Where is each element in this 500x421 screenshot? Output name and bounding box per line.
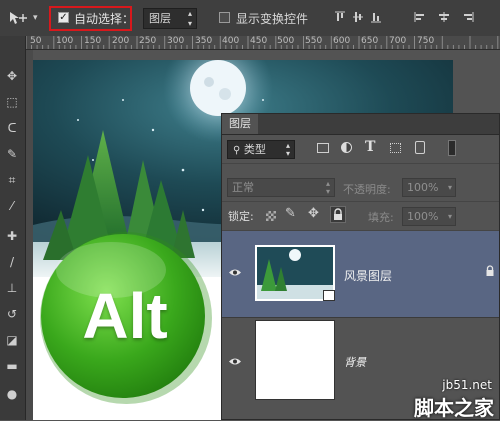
ruler-tick: 500 (277, 36, 295, 46)
move-tool-icon[interactable] (8, 10, 28, 26)
updown-chevron-icon: ▴ ▾ (285, 141, 290, 158)
opacity-label: 不透明度: (343, 183, 391, 196)
blend-mode-dropdown[interactable]: 正常 ▴ ▾ (227, 178, 335, 197)
align-vertical-center-icon[interactable] (352, 11, 364, 26)
ruler-tick: 400 (222, 36, 240, 46)
ruler-tick: 200 (112, 36, 130, 46)
fill-label: 填充: (368, 211, 394, 224)
ruler-tick: 450 (250, 36, 268, 46)
lock-label: 锁定: (228, 210, 254, 223)
opacity-value: 100% (407, 181, 439, 194)
lock-all-icon[interactable] (330, 206, 346, 223)
watermark-site: jb51.net (442, 378, 492, 392)
align-horizontal-center-icon[interactable] (438, 11, 450, 26)
smart-object-badge-icon (323, 290, 335, 301)
visibility-eye-icon[interactable] (228, 267, 242, 280)
move-tool-icon[interactable]: ✥ (2, 68, 22, 84)
auto-select-checkbox[interactable]: ✓ (58, 12, 69, 23)
marquee-tool-icon[interactable]: ⬚ (2, 94, 22, 110)
layer-thumbnail (255, 320, 335, 400)
watermark-name: 脚本之家 (414, 396, 494, 420)
updown-chevron-icon: ▴ ▾ (187, 9, 192, 28)
healing-brush-icon[interactable]: ✚ (2, 228, 22, 244)
auto-select-target-dropdown[interactable]: 图层 ▴ ▾ (143, 8, 197, 29)
ruler-tick: 100 (56, 36, 74, 46)
filter-type-label: 类型 (243, 143, 266, 156)
chevron-down-icon: ▾ (447, 183, 452, 192)
blend-row: 正常 ▴ ▾ 不透明度: 100% ▾ (222, 173, 499, 202)
left-ruler (26, 50, 33, 420)
show-transform-checkbox[interactable] (219, 12, 230, 23)
layer-filter-row: ⚲ 类型 ▴ ▾ T (222, 135, 499, 164)
auto-select-label: 自动选择： (74, 12, 135, 26)
ruler-tick: 600 (333, 36, 351, 46)
search-icon: ⚲ (233, 145, 241, 156)
clone-stamp-icon[interactable]: ⊥ (2, 280, 22, 296)
ruler-tick: 750 (417, 36, 435, 46)
ruler-tick: 250 (139, 36, 157, 46)
layer-lock-icon (485, 265, 495, 280)
lasso-tool-icon[interactable]: ᑕ (2, 120, 22, 136)
auto-select-target-value: 图层 (149, 12, 171, 25)
ruler-tick: 550 (305, 36, 323, 46)
ruler-tick: 350 (195, 36, 213, 46)
options-bar: ▾ ✓ 自动选择： 图层 ▴ ▾ 显示变换控件 (0, 0, 500, 37)
shape-filter-icon[interactable] (390, 143, 401, 153)
eyedropper-tool-icon[interactable]: ⁄ (2, 198, 22, 214)
align-top-icon[interactable] (334, 11, 346, 26)
brush-tool-icon[interactable]: / (2, 254, 22, 270)
fill-value: 100% (407, 210, 439, 223)
chevron-down-icon: ▾ (447, 212, 452, 221)
align-bottom-icon[interactable] (370, 11, 382, 26)
panel-tab-bar: 图层 (222, 114, 499, 135)
alt-key-label: Alt (82, 280, 168, 352)
quick-select-tool-icon[interactable]: ✎ (2, 146, 22, 162)
eraser-tool-icon[interactable]: ◪ (2, 332, 22, 348)
lock-row: 锁定: ✎ ✥ 填充: 100% ▾ (222, 202, 499, 231)
adjustment-filter-icon[interactable] (341, 142, 352, 153)
blur-tool-icon[interactable]: ● (2, 386, 22, 402)
layers-panel: 图层 ⚲ 类型 ▴ ▾ T 正常 ▴ ▾ 不透明度: 100% ▾ 锁定: ✎ ✥ (221, 113, 500, 420)
visibility-eye-icon[interactable] (228, 356, 242, 369)
updown-chevron-icon: ▴ ▾ (325, 179, 330, 196)
fill-input[interactable]: 100% ▾ (402, 207, 456, 226)
layer-name[interactable]: 背景 (344, 354, 366, 370)
history-brush-icon[interactable]: ↺ (2, 306, 22, 322)
tab-layers[interactable]: 图层 (222, 114, 258, 134)
lock-position-icon[interactable]: ✥ (308, 206, 319, 221)
tool-preset-chevron-icon[interactable]: ▾ (33, 13, 38, 23)
blend-mode-value: 正常 (232, 181, 254, 194)
opacity-input[interactable]: 100% ▾ (402, 178, 456, 197)
image-filter-icon[interactable] (317, 143, 329, 153)
align-right-icon[interactable] (462, 11, 474, 26)
align-left-icon[interactable] (414, 11, 426, 26)
gradient-tool-icon[interactable]: ▬ (2, 358, 22, 374)
ruler-tick: 300 (167, 36, 185, 46)
top-ruler: 50 100 150 200 250 300 350 400 450 500 5… (26, 36, 500, 50)
layer-row-scenery[interactable]: 风景图层 (222, 231, 499, 318)
filter-toggle[interactable] (448, 140, 456, 156)
tools-panel: ✥ ⬚ ᑕ ✎ ⌗ ⁄ ✚ / ⊥ ↺ ◪ ▬ ● (0, 36, 26, 420)
layer-name[interactable]: 风景图层 (344, 267, 392, 284)
smart-object-filter-icon[interactable] (415, 141, 425, 154)
ruler-tick: 50 (30, 36, 42, 46)
ruler-tick: 700 (389, 36, 407, 46)
lock-pixels-icon[interactable]: ✎ (285, 206, 296, 221)
ruler-tick: 650 (361, 36, 379, 46)
type-filter-icon[interactable]: T (365, 139, 375, 155)
filter-type-dropdown[interactable]: ⚲ 类型 ▴ ▾ (227, 140, 295, 159)
layer-thumbnail (255, 245, 335, 301)
ruler-tick: 150 (84, 36, 102, 46)
lock-transparent-icon[interactable] (266, 211, 276, 221)
show-transform-label: 显示变换控件 (236, 12, 309, 26)
crop-tool-icon[interactable]: ⌗ (2, 172, 22, 188)
